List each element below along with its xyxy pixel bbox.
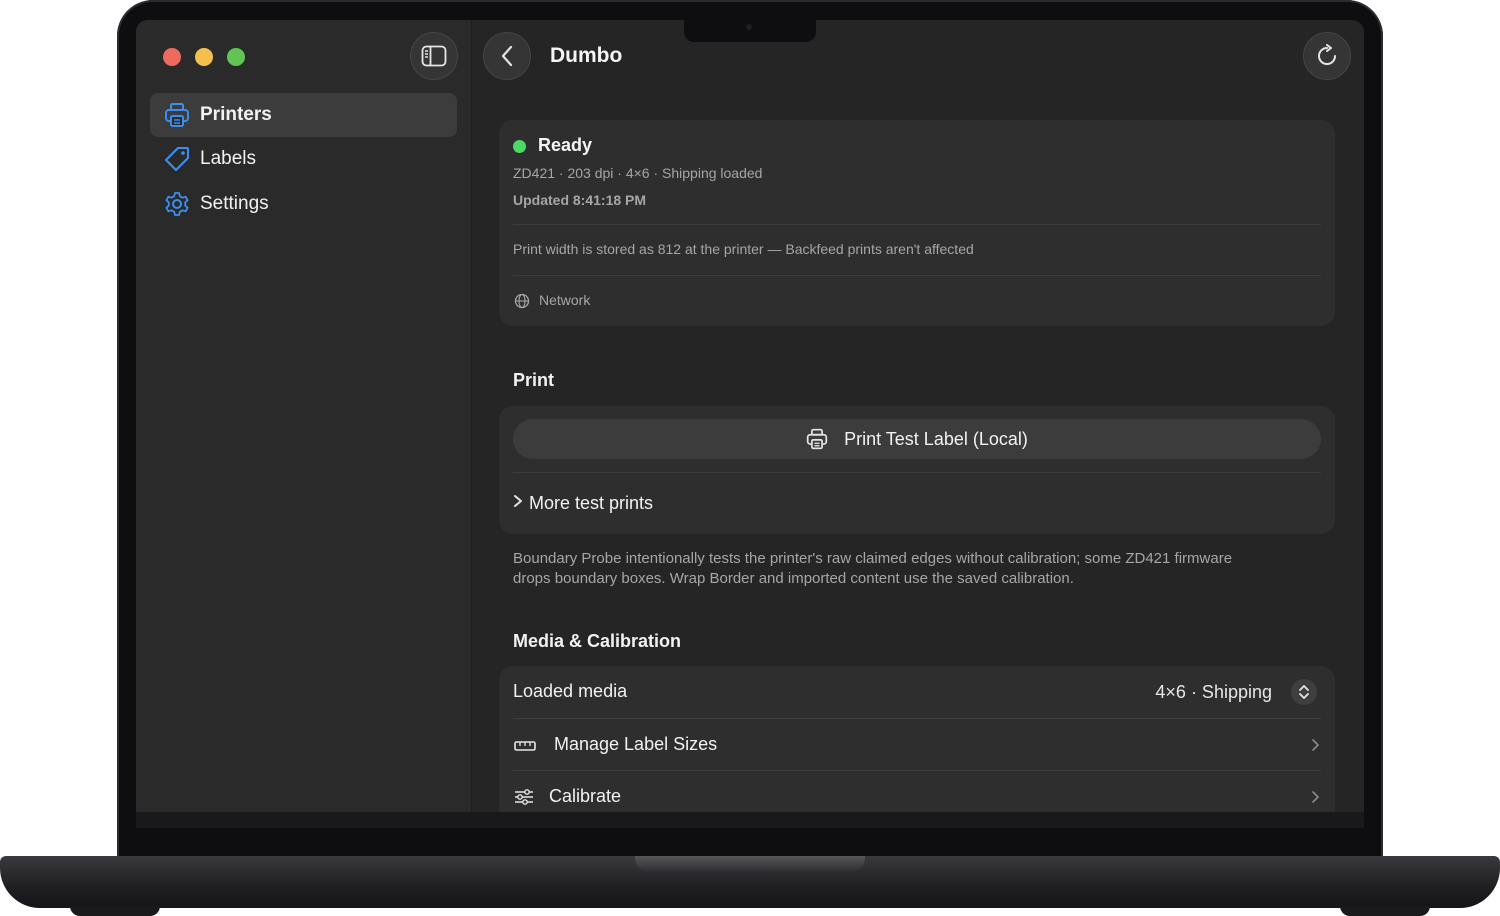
- print-card: Print Test Label (Local) More test print…: [499, 406, 1335, 534]
- divider: [513, 275, 1321, 276]
- loaded-media-label: Loaded media: [513, 681, 628, 701]
- status-state: Ready: [538, 135, 593, 155]
- main-content: Dumbo Ready ZD421 · 203 dpi · 4×6 · Ship…: [472, 20, 1364, 812]
- status-card: Ready ZD421 · 203 dpi · 4×6 · Shipping l…: [499, 120, 1335, 326]
- gear-icon: [162, 189, 192, 219]
- print-width-note: Print width is stored as 812 at the prin…: [513, 241, 974, 257]
- printer-icon: [806, 428, 828, 450]
- screen-chin: [136, 812, 1364, 828]
- media-section-heading: Media & Calibration: [513, 631, 682, 651]
- chevron-right-icon: [1312, 791, 1319, 803]
- print-footnote-line: drops boundary boxes. Wrap Border and im…: [513, 570, 1074, 587]
- media-card: Loaded media 4×6 · Shipping Manage Label…: [499, 666, 1335, 812]
- divider: [513, 224, 1321, 225]
- print-test-label-text: Print Test Label (Local): [844, 428, 1028, 449]
- divider: [513, 472, 1321, 473]
- close-window-button[interactable]: [163, 48, 181, 66]
- minimize-window-button[interactable]: [195, 48, 213, 66]
- more-test-prints-toggle[interactable]: More test prints: [529, 493, 653, 514]
- print-section-heading: Print: [513, 370, 555, 390]
- app-window: Printers Labels Settings Dumbo Ready ZD4…: [136, 20, 1364, 812]
- loaded-media-value[interactable]: 4×6 · Shipping: [1155, 682, 1272, 703]
- sidebar-item-label: Labels: [200, 148, 256, 169]
- chevron-right-icon: [1312, 739, 1319, 751]
- printer-details: ZD421 · 203 dpi · 4×6 · Shipping loaded: [513, 165, 763, 181]
- status-indicator: [513, 140, 526, 153]
- media-select-stepper[interactable]: [1291, 679, 1317, 705]
- updated-timestamp: Updated 8:41:18 PM: [513, 192, 647, 208]
- sidebar-item-label: Printers: [200, 104, 272, 125]
- sidebar-item-labels[interactable]: Labels: [150, 137, 457, 181]
- ruler-icon: [514, 739, 536, 757]
- sidebar-item-label: Settings: [200, 193, 269, 214]
- laptop-foot: [1340, 906, 1430, 916]
- back-button[interactable]: [483, 32, 531, 80]
- laptop-lid-notch: [635, 856, 865, 872]
- calibrate-row[interactable]: Calibrate: [499, 771, 1335, 812]
- connection-type: Network: [539, 292, 591, 308]
- sidebar-toggle-icon: [421, 45, 447, 67]
- chevron-left-icon: [501, 45, 513, 67]
- sliders-icon: [514, 789, 534, 810]
- camera-notch: [684, 20, 816, 42]
- sidebar-item-printers[interactable]: Printers: [150, 93, 457, 137]
- disclosure-chevron-icon[interactable]: [513, 494, 523, 513]
- page-title: Dumbo: [550, 44, 623, 67]
- calibrate-label: Calibrate: [549, 786, 622, 806]
- refresh-icon: [1318, 44, 1336, 65]
- print-footnote: Boundary Probe intentionally tests the p…: [513, 549, 1232, 589]
- camera-icon: [746, 24, 752, 30]
- print-test-label-button[interactable]: Print Test Label (Local): [513, 419, 1321, 459]
- toggle-sidebar-button[interactable]: [410, 32, 458, 80]
- globe-icon: [514, 293, 530, 314]
- manage-label-sizes-label: Manage Label Sizes: [554, 734, 718, 754]
- print-footnote-line: Boundary Probe intentionally tests the p…: [513, 550, 1233, 567]
- sidebar: Printers Labels Settings: [136, 20, 472, 812]
- printer-icon: [162, 100, 192, 130]
- tag-icon: [162, 144, 192, 174]
- chevron-up-down-icon: [1299, 685, 1309, 699]
- laptop-foot: [70, 906, 160, 916]
- sidebar-item-settings[interactable]: Settings: [150, 182, 457, 226]
- refresh-button[interactable]: [1303, 32, 1351, 80]
- zoom-window-button[interactable]: [227, 48, 245, 66]
- manage-label-sizes-row[interactable]: Manage Label Sizes: [499, 719, 1335, 771]
